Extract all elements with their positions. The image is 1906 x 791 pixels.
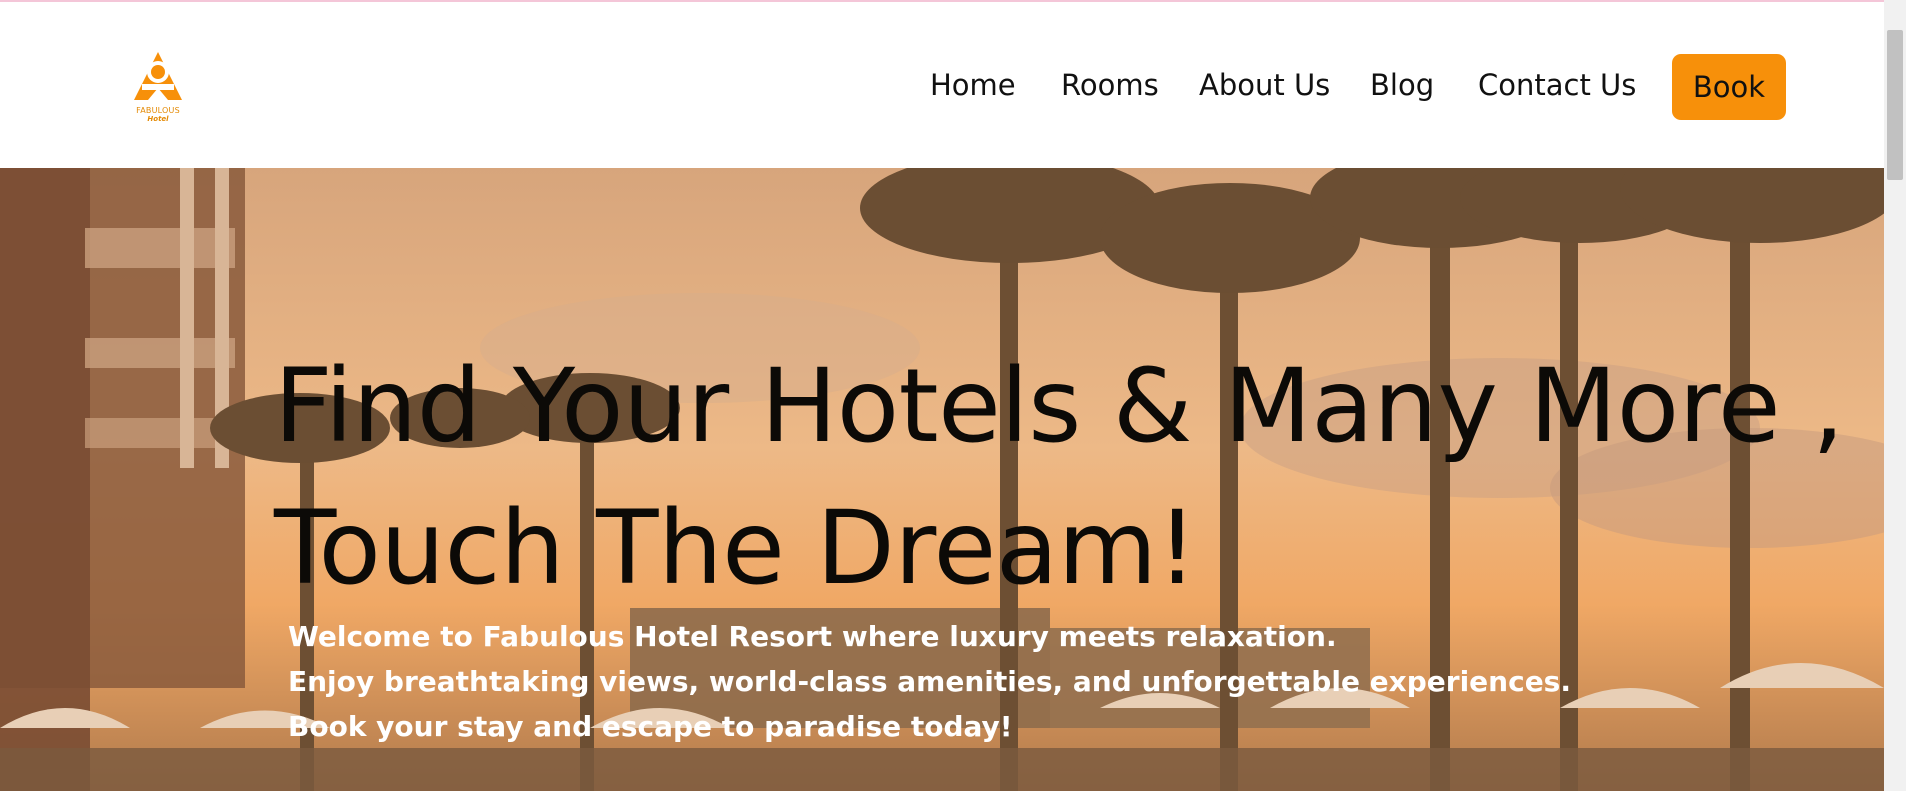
nav-about-link[interactable]: About Us	[1199, 68, 1330, 102]
nav-contact-link[interactable]: Contact Us	[1478, 68, 1636, 102]
hero-title: Find Your Hotels & Many More , Touch The…	[274, 336, 1864, 620]
nav-blog-link[interactable]: Blog	[1370, 68, 1434, 102]
logo-text-hotel: Hotel	[147, 115, 169, 123]
hero-subtitle-line: Enjoy breathtaking views, world-class am…	[288, 665, 1571, 698]
hero-title-line2: Touch The Dream!	[274, 489, 1198, 608]
hero-subtitle-line: Book your stay and escape to paradise to…	[288, 710, 1013, 743]
scrollbar-thumb[interactable]	[1887, 30, 1903, 180]
hero-section: Find Your Hotels & Many More , Touch The…	[0, 168, 1884, 791]
hotel-logo[interactable]: FABULOUS Hotel	[130, 50, 186, 126]
hero-title-line1: Find Your Hotels & Many More ,	[274, 347, 1844, 466]
hero-subtitle: Welcome to Fabulous Hotel Resort where l…	[288, 614, 1571, 749]
book-button[interactable]: Book	[1672, 54, 1786, 120]
logo-icon	[134, 52, 182, 100]
page-scrollbar[interactable]	[1884, 0, 1906, 791]
nav-home-link[interactable]: Home	[930, 68, 1016, 102]
logo-text-fabulous: FABULOUS	[136, 106, 180, 115]
navbar: FABULOUS Hotel Home Rooms About Us Blog …	[0, 2, 1884, 168]
nav-rooms-link[interactable]: Rooms	[1061, 68, 1159, 102]
hero-subtitle-line: Welcome to Fabulous Hotel Resort where l…	[288, 620, 1337, 653]
